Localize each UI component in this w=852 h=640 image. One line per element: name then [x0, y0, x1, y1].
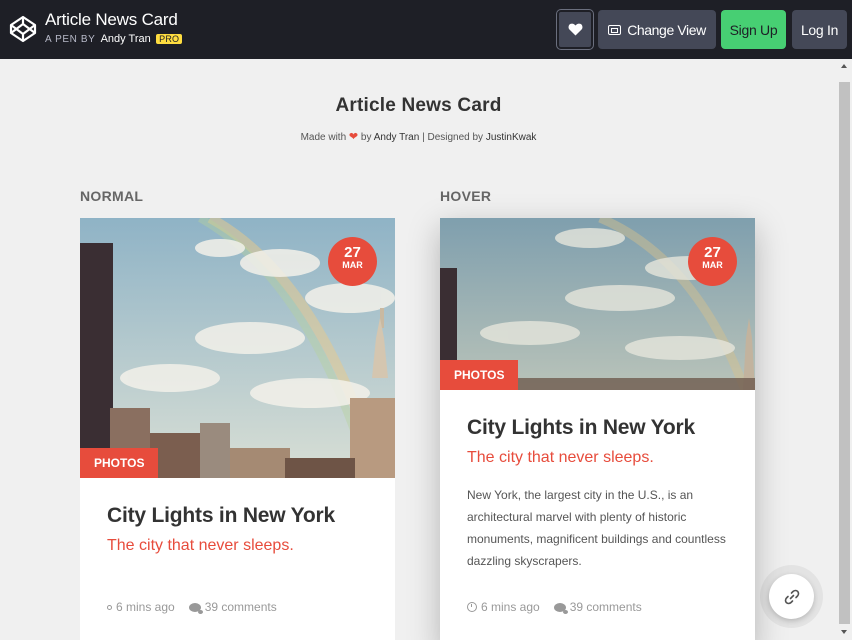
credits-author-link[interactable]: Andy Tran: [374, 132, 420, 143]
scrollbar-thumb[interactable]: [839, 82, 850, 624]
login-button[interactable]: Log In: [792, 10, 847, 49]
card-title[interactable]: City Lights in New York: [467, 416, 695, 440]
article-card-hover[interactable]: 27 MAR PHOTOS City Lights in New York Th…: [440, 218, 755, 640]
page-title: Article News Card: [335, 95, 502, 116]
category-tag[interactable]: PHOTOS: [80, 448, 159, 478]
change-view-label: Change View: [627, 21, 706, 38]
date-day: 27: [704, 244, 721, 261]
heart-icon: [568, 23, 582, 36]
hover-label: HOVER: [440, 188, 492, 204]
credits: Made with ❤ by Andy Tran | Designed by J…: [0, 130, 837, 143]
share-link-button[interactable]: [769, 574, 814, 619]
comment-icon: [553, 602, 568, 614]
date-month: MAR: [702, 260, 723, 270]
card-subtitle: The city that never sleeps.: [467, 449, 654, 466]
codepen-logo-icon[interactable]: [9, 15, 37, 43]
comments-count[interactable]: 39 comments: [570, 600, 642, 614]
scroll-up-arrow-icon[interactable]: [841, 64, 847, 68]
article-card-normal[interactable]: 27 MAR PHOTOS City Lights in New York Th…: [80, 218, 395, 640]
date-badge: 27 MAR: [328, 237, 377, 286]
pen-meta: A PEN BY Andy Tran PRO: [45, 33, 183, 45]
credits-designed-by: | Designed by: [422, 132, 484, 143]
card-meta: 6 mins ago 39 comments: [107, 600, 277, 614]
card-meta: 6 mins ago 39 comments: [467, 600, 642, 614]
scroll-down-arrow-icon[interactable]: [841, 630, 847, 634]
credits-made-with: Made with: [300, 132, 347, 143]
time-ago: 6 mins ago: [481, 600, 540, 614]
card-title[interactable]: City Lights in New York: [107, 504, 335, 528]
date-month: MAR: [342, 260, 363, 270]
link-icon: [784, 589, 799, 604]
love-button[interactable]: [556, 9, 594, 50]
card-subtitle: The city that never sleeps.: [107, 537, 294, 554]
credits-designer-link[interactable]: JustinKwak: [486, 132, 537, 143]
change-view-button[interactable]: Change View: [598, 10, 716, 49]
pen-title[interactable]: Article News Card: [45, 10, 178, 30]
pro-badge: PRO: [156, 34, 183, 44]
credits-by: by: [360, 132, 372, 143]
topbar: Article News Card A PEN BY Andy Tran PRO…: [0, 0, 852, 59]
clock-icon: [467, 602, 477, 612]
category-tag[interactable]: PHOTOS: [440, 360, 519, 390]
signup-button[interactable]: Sign Up: [721, 10, 786, 49]
change-view-icon: [608, 24, 622, 35]
date-day: 27: [344, 244, 361, 261]
heart-icon: ❤: [348, 131, 359, 143]
date-badge: 27 MAR: [688, 237, 737, 286]
card-description: New York, the largest city in the U.S., …: [467, 488, 726, 568]
normal-label: NORMAL: [80, 188, 144, 204]
clock-icon: [107, 604, 112, 610]
comment-icon: [188, 602, 203, 614]
comments-count[interactable]: 39 comments: [205, 600, 277, 614]
pen-meta-prefix: A PEN BY: [45, 34, 96, 45]
author-link[interactable]: Andy Tran: [101, 33, 151, 45]
time-ago: 6 mins ago: [116, 600, 175, 614]
